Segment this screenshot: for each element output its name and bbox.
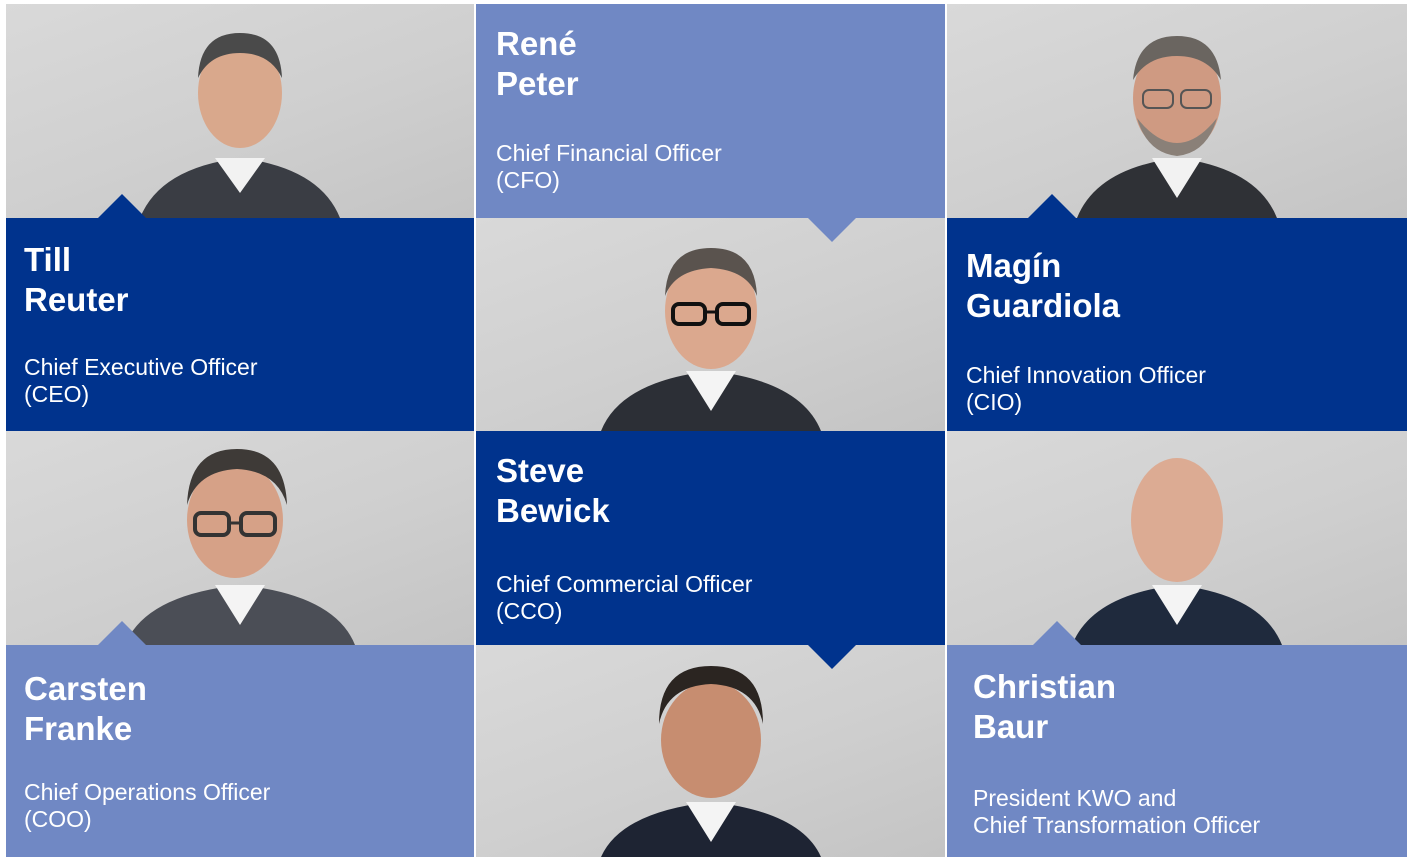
member-name: René Peter bbox=[496, 24, 579, 104]
member-role: Chief Financial Officer (CFO) bbox=[496, 140, 722, 194]
person-silhouette-icon bbox=[125, 449, 355, 645]
pointer-up-icon bbox=[1028, 194, 1076, 218]
pointer-down-icon bbox=[808, 218, 856, 242]
member-role: Chief Operations Officer (COO) bbox=[24, 779, 270, 833]
card-magin-guardiola: Magín Guardiola Chief Innovation Officer… bbox=[947, 218, 1407, 431]
pointer-up-icon bbox=[98, 621, 146, 645]
member-name: Magín Guardiola bbox=[966, 246, 1120, 326]
member-role-line2: (CEO) bbox=[24, 381, 90, 407]
member-role-line1: Chief Executive Officer bbox=[24, 354, 258, 380]
member-first-name: René bbox=[496, 25, 577, 62]
member-role-line2: (CFO) bbox=[496, 167, 560, 193]
member-role: President KWO and Chief Transformation O… bbox=[973, 785, 1260, 839]
member-role: Chief Innovation Officer (CIO) bbox=[966, 362, 1206, 416]
portrait-carsten-franke bbox=[6, 431, 474, 645]
member-first-name: Christian bbox=[973, 668, 1117, 705]
member-first-name: Steve bbox=[496, 452, 585, 489]
member-name: Christian Baur bbox=[973, 667, 1116, 747]
member-last-name: Reuter bbox=[24, 281, 129, 318]
member-role: Chief Commercial Officer (CCO) bbox=[496, 571, 752, 625]
portrait-magin-guardiola bbox=[947, 4, 1407, 218]
member-last-name: Bewick bbox=[496, 492, 610, 529]
member-last-name: Peter bbox=[496, 65, 579, 102]
person-silhouette-icon bbox=[1072, 458, 1282, 645]
person-silhouette-icon bbox=[1077, 36, 1277, 218]
pointer-up-icon bbox=[98, 194, 146, 218]
card-steve-bewick: Steve Bewick Chief Commercial Officer (C… bbox=[476, 431, 945, 645]
executive-board-grid: René Peter Chief Financial Officer (CFO)… bbox=[0, 0, 1407, 857]
member-role-line1: Chief Financial Officer bbox=[496, 140, 722, 166]
portrait-till-reuter bbox=[6, 4, 474, 218]
member-last-name: Franke bbox=[24, 710, 133, 747]
member-role-line1: President KWO and bbox=[973, 785, 1177, 811]
person-silhouette-icon bbox=[140, 33, 340, 218]
pointer-down-icon bbox=[808, 645, 856, 669]
member-name: Steve Bewick bbox=[496, 451, 610, 531]
member-first-name: Till bbox=[24, 241, 72, 278]
member-name: Carsten Franke bbox=[24, 669, 147, 749]
member-role-line2: (CCO) bbox=[496, 598, 563, 624]
member-role-line2: (COO) bbox=[24, 806, 92, 832]
member-name: Till Reuter bbox=[24, 240, 129, 320]
card-rene-peter: René Peter Chief Financial Officer (CFO) bbox=[476, 4, 945, 218]
member-first-name: Magín bbox=[966, 247, 1062, 284]
portrait-steve-bewick bbox=[476, 645, 945, 857]
member-first-name: Carsten bbox=[24, 670, 147, 707]
pointer-up-icon bbox=[1033, 621, 1081, 645]
card-till-reuter: Till Reuter Chief Executive Officer (CEO… bbox=[6, 218, 474, 431]
person-silhouette-icon bbox=[600, 248, 821, 431]
member-role-line1: Chief Operations Officer bbox=[24, 779, 271, 805]
portrait-christian-baur bbox=[947, 431, 1407, 645]
member-role-line1: Chief Innovation Officer bbox=[966, 362, 1206, 388]
member-last-name: Baur bbox=[973, 708, 1049, 745]
card-carsten-franke: Carsten Franke Chief Operations Officer … bbox=[6, 645, 474, 857]
portrait-rene-peter bbox=[476, 218, 945, 431]
member-role-line2: (CIO) bbox=[966, 389, 1023, 415]
member-last-name: Guardiola bbox=[966, 287, 1121, 324]
member-role: Chief Executive Officer (CEO) bbox=[24, 354, 258, 408]
member-role-line1: Chief Commercial Officer bbox=[496, 571, 753, 597]
card-christian-baur: Christian Baur President KWO and Chief T… bbox=[947, 645, 1407, 857]
person-silhouette-icon bbox=[600, 666, 821, 857]
member-role-line2: Chief Transformation Officer bbox=[973, 812, 1261, 838]
